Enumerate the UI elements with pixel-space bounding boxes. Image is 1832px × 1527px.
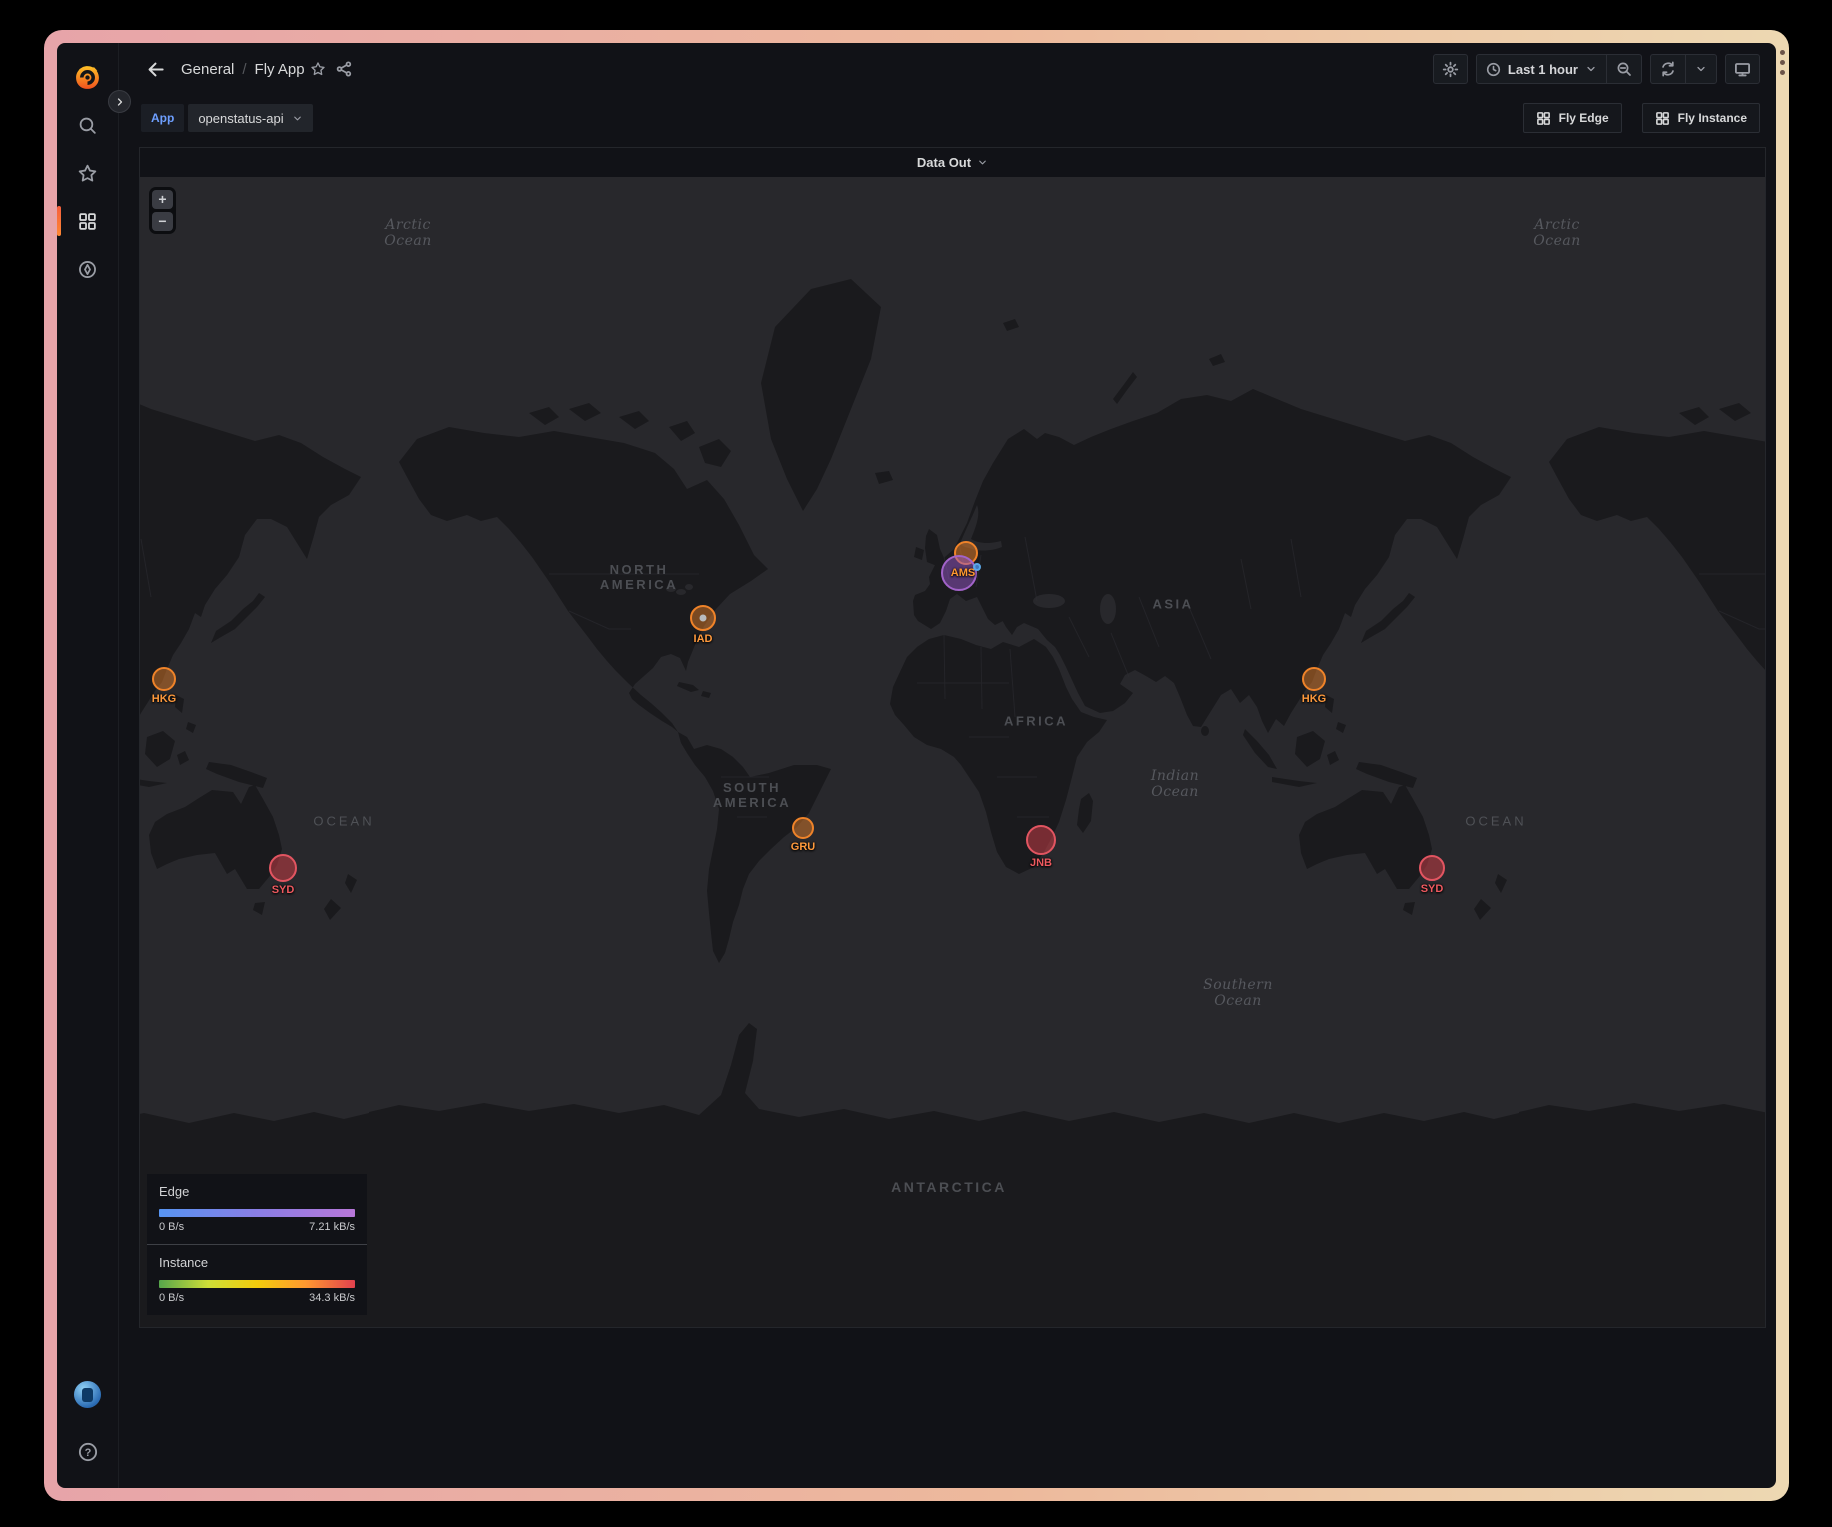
variables-toolbar: App openstatus-api Fly Edge <box>119 95 1776 141</box>
refresh-button[interactable] <box>1651 55 1685 83</box>
time-range-label: Last 1 hour <box>1508 62 1578 77</box>
zoom-out-time-button[interactable] <box>1607 55 1641 83</box>
map-legend: Edge 0 B/s 7.21 kB/s Instance 0 B/s 34.3 kB/s <box>147 1174 367 1315</box>
app-variable-dropdown[interactable]: openstatus-api <box>188 104 312 132</box>
legend-section-instance: Instance 0 B/s 34.3 kB/s <box>147 1244 367 1315</box>
legend-gradient-bar <box>159 1209 355 1217</box>
grafana-app: ? General / Fly App <box>57 43 1776 1488</box>
world-basemap <box>140 177 1765 1327</box>
legend-gradient-bar <box>159 1280 355 1288</box>
map-zoom-controls: + − <box>149 187 176 234</box>
share-icon[interactable] <box>331 56 357 82</box>
active-indicator <box>57 206 61 236</box>
map-marker-hkg[interactable] <box>152 667 176 691</box>
legend-title: Edge <box>159 1184 355 1199</box>
legend-max: 7.21 kB/s <box>309 1221 355 1233</box>
map-marker-edge[interactable] <box>973 563 981 571</box>
svg-text:?: ? <box>84 1447 91 1459</box>
time-picker-group: Last 1 hour <box>1476 54 1642 84</box>
breadcrumb-folder[interactable]: General <box>181 61 234 78</box>
star-dashboard-icon[interactable] <box>305 56 331 82</box>
breadcrumb-separator: / <box>242 61 246 78</box>
sidebar-expand-button[interactable] <box>108 90 131 113</box>
map-marker-syd2[interactable] <box>1419 855 1445 881</box>
back-arrow-icon[interactable] <box>141 55 169 83</box>
app-variable-value: openstatus-api <box>198 111 283 126</box>
map-zoom-in-button[interactable]: + <box>152 190 173 209</box>
map-marker-center-dot <box>700 615 707 622</box>
legend-min: 0 B/s <box>159 1221 184 1233</box>
variable-label[interactable]: App <box>141 104 184 132</box>
legend-title: Instance <box>159 1255 355 1270</box>
main-area: General / Fly App <box>119 43 1776 1488</box>
sidebar-item-starred[interactable] <box>66 151 110 195</box>
user-avatar[interactable] <box>74 1381 101 1408</box>
breadcrumb: General / Fly App <box>181 61 305 78</box>
window-frame: ? General / Fly App <box>44 30 1789 1501</box>
panel-title-menu[interactable]: Data Out <box>140 148 1765 177</box>
time-range-picker[interactable]: Last 1 hour <box>1477 55 1606 83</box>
panel-title: Data Out <box>917 155 971 170</box>
sidebar-item-explore[interactable] <box>66 247 110 291</box>
sidebar: ? <box>57 43 119 1488</box>
map-canvas[interactable]: + − Edge 0 B/s 7.21 kB/s Instance 0 B/s 34.3 … <box>140 177 1765 1327</box>
geomap-panel: Data Out <box>139 147 1766 1328</box>
help-icon[interactable]: ? <box>66 1430 110 1474</box>
grafana-logo-icon[interactable] <box>66 55 110 99</box>
legend-max: 34.3 kB/s <box>309 1292 355 1304</box>
refresh-interval-dropdown[interactable] <box>1686 55 1716 83</box>
legend-min: 0 B/s <box>159 1292 184 1304</box>
sidebar-item-search[interactable] <box>66 103 110 147</box>
dashboard-settings-button[interactable] <box>1433 54 1468 84</box>
map-marker-gru[interactable] <box>792 817 814 839</box>
refresh-group <box>1650 54 1717 84</box>
map-zoom-out-button[interactable]: − <box>152 212 173 231</box>
map-marker-jnb[interactable] <box>1026 825 1056 855</box>
frame-drag-dots-icon <box>1779 50 1785 75</box>
dashboard-content: Data Out <box>119 141 1776 1488</box>
fly-edge-link-button[interactable]: Fly Edge <box>1523 103 1622 133</box>
sidebar-item-dashboards[interactable] <box>66 199 110 243</box>
map-marker-ams[interactable] <box>941 555 977 591</box>
top-navbar: General / Fly App <box>119 43 1776 95</box>
fly-instance-link-button[interactable]: Fly Instance <box>1642 103 1760 133</box>
legend-section-edge: Edge 0 B/s 7.21 kB/s <box>147 1174 367 1244</box>
breadcrumb-page: Fly App <box>255 61 305 78</box>
topnav-actions: Last 1 hour <box>1433 54 1760 84</box>
map-marker-hkg2[interactable] <box>1302 667 1326 691</box>
map-marker-syd[interactable] <box>269 854 297 882</box>
tv-mode-button[interactable] <box>1725 54 1760 84</box>
